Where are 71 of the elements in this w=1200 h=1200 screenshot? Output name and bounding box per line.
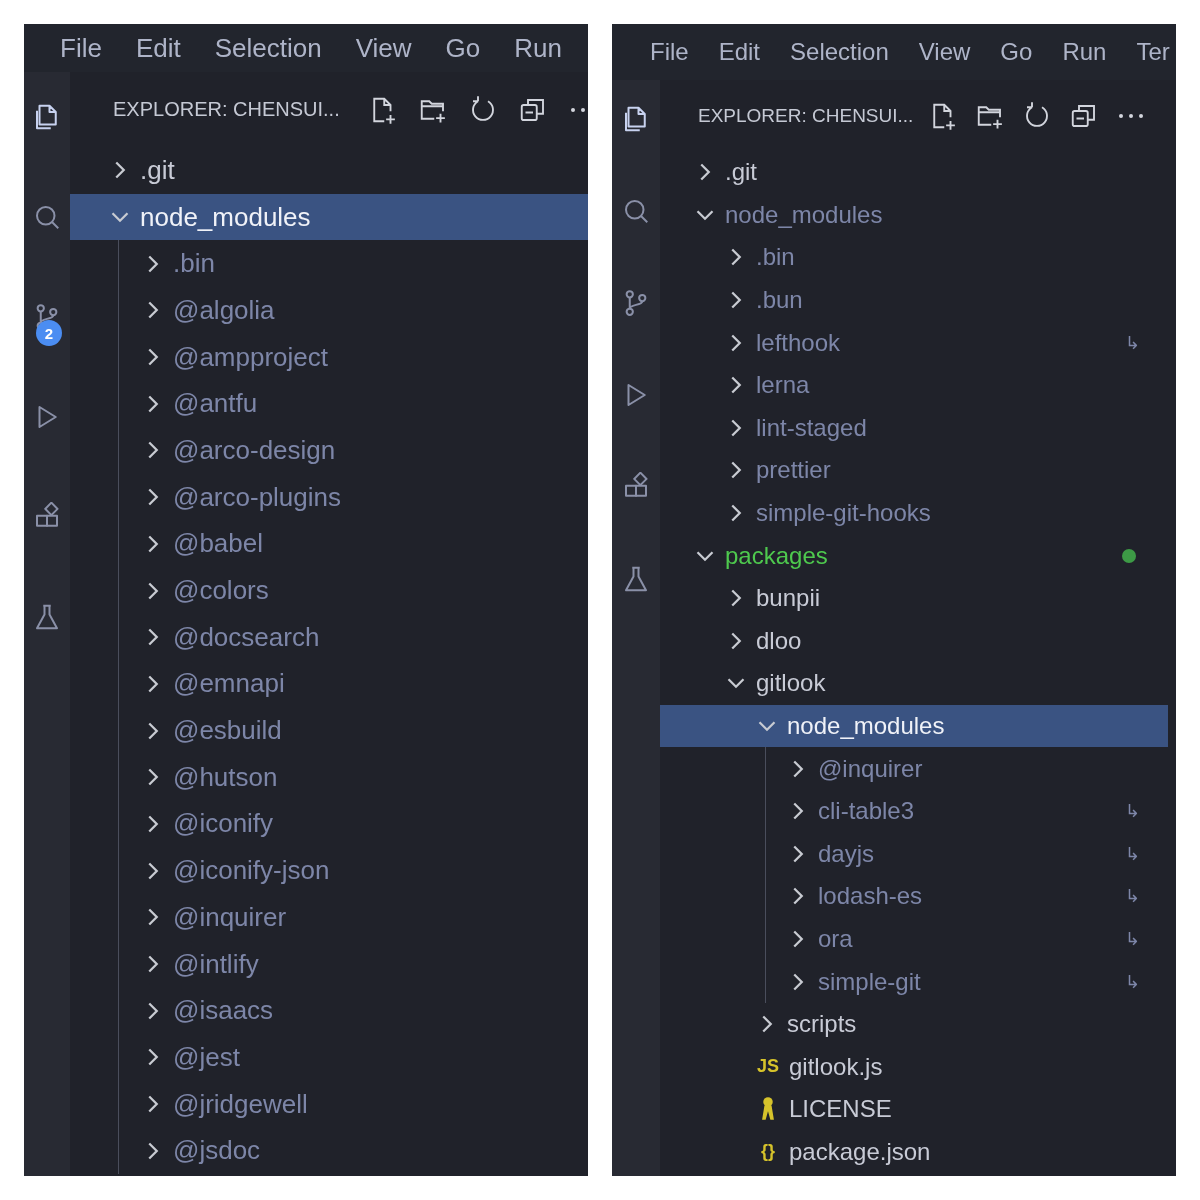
folder-item[interactable]: @babel <box>70 520 588 568</box>
symlink-mark: ↳ <box>1125 800 1140 823</box>
folder-item[interactable]: @colors <box>70 567 588 614</box>
folder-item[interactable]: @isaacs <box>70 987 588 1035</box>
folder-item[interactable]: @jest <box>70 1034 588 1081</box>
menu-item[interactable]: Run <box>1062 38 1107 66</box>
folder-item[interactable]: @arco-design <box>70 427 588 474</box>
folder-item[interactable]: @emnapi <box>70 660 588 708</box>
folder-item[interactable]: scripts <box>660 1002 1168 1046</box>
symlink-mark: ↳ <box>1125 970 1140 993</box>
tree-entry[interactable]: JS gitlook.js <box>660 1045 1168 1089</box>
folder-item[interactable]: @inquirer <box>70 894 588 941</box>
folder-item[interactable]: @jridgewell <box>70 1080 588 1128</box>
tree-entry[interactable]: LICENSE <box>660 1088 1168 1131</box>
folder-item[interactable]: node_modules <box>660 193 1168 237</box>
folder-item[interactable]: @docsearch <box>70 613 588 661</box>
folder-item[interactable]: node_modules <box>70 193 588 241</box>
folder-item[interactable]: lint-staged <box>660 406 1168 450</box>
menu-item[interactable]: Selection <box>214 32 322 64</box>
folder-item[interactable]: lerna <box>660 363 1168 407</box>
folder-item[interactable]: @intlify <box>70 940 588 988</box>
folder-item[interactable]: prettier <box>660 449 1168 492</box>
folder-item[interactable]: .bun <box>660 278 1168 322</box>
symlink-mark: ↳ <box>1125 331 1140 354</box>
menu-item[interactable]: Selection <box>790 38 889 66</box>
folder-item[interactable]: bunpii <box>660 576 1168 620</box>
folder-item[interactable]: @inquirer <box>660 747 1168 790</box>
menu-item[interactable]: Go <box>445 32 481 64</box>
symlink-mark: ↳ <box>1125 928 1140 950</box>
symlink-mark: ↳ <box>1125 885 1140 908</box>
folder-item[interactable]: @jsdoc <box>70 1127 588 1175</box>
folder-item[interactable]: dayjs ↳ <box>660 832 1168 876</box>
menu-item[interactable]: View <box>918 38 971 66</box>
folder-item[interactable]: cli-table3 ↳ <box>660 789 1168 833</box>
explorer-title: EXPLORER: CHENSUI... <box>113 98 340 121</box>
menu-item[interactable]: Go <box>1000 38 1033 66</box>
folder-item[interactable]: dloo <box>660 619 1168 663</box>
notification-badge: 2 <box>36 320 62 346</box>
folder-item[interactable]: @hutson <box>70 753 588 801</box>
folder-item[interactable]: @algolia <box>70 287 588 334</box>
folder-item[interactable]: .git <box>70 147 588 194</box>
menu-item[interactable]: File <box>650 38 689 66</box>
menu-item[interactable]: Run <box>514 32 562 64</box>
folder-item[interactable]: node_modules <box>660 704 1168 748</box>
menu-item[interactable]: Ter <box>1136 38 1170 66</box>
folder-item[interactable]: gitlook <box>660 662 1168 705</box>
menu-item[interactable]: View <box>355 32 412 64</box>
folder-item[interactable]: @arco-plugins <box>70 473 588 521</box>
folder-item[interactable]: .bin <box>70 240 588 288</box>
folder-item[interactable]: simple-git-hooks <box>660 491 1168 535</box>
folder-item[interactable]: .bin <box>660 236 1168 279</box>
folder-item[interactable]: lodash-es ↳ <box>660 875 1168 918</box>
folder-item[interactable]: @antfu <box>70 380 588 428</box>
folder-item[interactable]: @iconify <box>70 800 588 848</box>
folder-item[interactable]: .git <box>660 151 1168 194</box>
json-file-icon: {} <box>757 1141 779 1163</box>
folder-item[interactable]: @esbuild <box>70 707 588 754</box>
status-dot <box>1122 548 1136 563</box>
folder-item[interactable]: lefthook ↳ <box>660 321 1168 364</box>
folder-item[interactable]: @ampproject <box>70 333 588 381</box>
folder-item[interactable]: packages <box>660 534 1168 577</box>
menu-item[interactable]: Edit <box>718 38 761 66</box>
folder-item[interactable]: simple-git ↳ <box>660 960 1168 1003</box>
js-file-icon: JS <box>757 1056 779 1078</box>
tree-entry[interactable]: {} package.json <box>660 1130 1168 1174</box>
folder-item[interactable]: ora ↳ <box>660 917 1168 961</box>
folder-item[interactable]: @iconify-json <box>70 847 588 894</box>
menu-item[interactable]: File <box>60 32 102 64</box>
symlink-mark: ↳ <box>1125 842 1140 865</box>
explorer-title: EXPLORER: CHENSUI... <box>698 104 914 127</box>
menu-item[interactable]: Edit <box>135 32 181 64</box>
